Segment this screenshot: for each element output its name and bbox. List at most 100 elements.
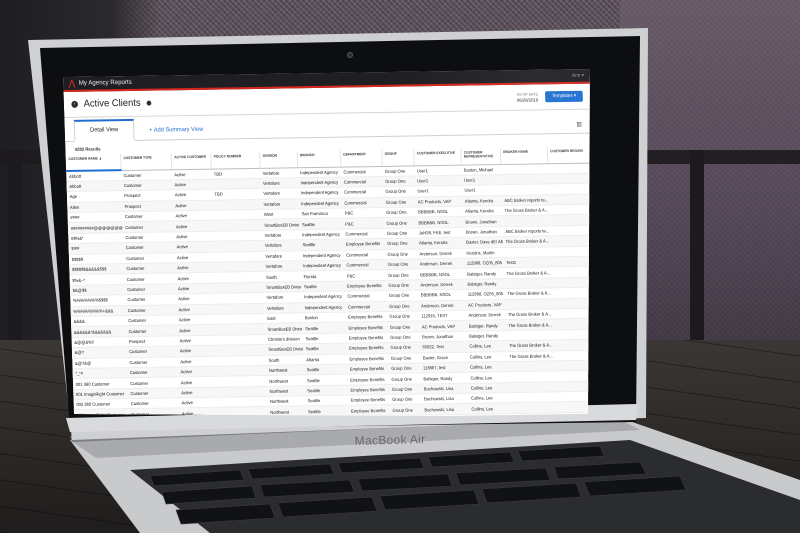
table-cell: Active — [175, 314, 216, 326]
column-settings-icon[interactable]: ▥ — [576, 121, 582, 133]
table-cell: Active — [178, 386, 219, 398]
table-cell: Group One — [384, 258, 418, 270]
table-cell: The Gross Broker & A... — [506, 350, 554, 362]
table-cell: Active — [172, 220, 213, 232]
table-cell: Bochowski, Lisa — [421, 393, 469, 405]
table-cell — [211, 199, 261, 211]
table-cell: Active — [178, 397, 219, 409]
table-cell — [215, 323, 265, 335]
table-cell: Active — [171, 189, 212, 201]
table-cell: Seattle — [303, 364, 348, 376]
table-cell: Group One — [387, 342, 420, 353]
table-cell — [549, 224, 590, 237]
table-cell: The Gross Broker & A... — [505, 339, 554, 352]
table-cell: Active — [174, 272, 215, 284]
table-cell — [507, 391, 555, 404]
table-cell: Active — [176, 345, 217, 357]
tab-detail-view[interactable]: Detail View — [73, 118, 135, 142]
table-cell — [549, 235, 590, 247]
table-cell: Independent Agency — [298, 197, 342, 209]
table-cell: The Gross Broker & A... — [504, 308, 553, 320]
table-cell — [215, 313, 265, 325]
table-cell: Active — [176, 324, 217, 336]
table-cell: Vertafore — [261, 229, 300, 241]
table-cell: Group One — [385, 269, 418, 281]
table-cell: Balsiger, Randy — [464, 278, 505, 290]
column-header[interactable]: CUSTOMER TYPE — [120, 153, 172, 171]
table-cell: Atlanta — [303, 353, 347, 365]
table-cell: Seattle — [304, 405, 349, 417]
table-cell: Atlanta, Kendra — [461, 195, 502, 207]
table-cell: Anderson, Derrek — [416, 247, 464, 259]
column-header[interactable]: POLICY NUMBER — [210, 151, 260, 169]
table-cell: Group One — [382, 186, 415, 198]
table-cell: Collins, Lee — [467, 371, 508, 383]
table-cell: Group One — [388, 373, 421, 385]
table-cell: Group One — [388, 383, 422, 395]
table-cell — [213, 240, 263, 252]
tab-add-summary-view[interactable]: + Add Summary View — [134, 121, 219, 140]
table-cell: Atlanta, Kendra — [416, 237, 464, 249]
table-cell: Employee Benefits — [346, 342, 388, 354]
app-screen: ⋀ My Agency Reports Ann ▾ ‹ Active Clien… — [63, 69, 590, 417]
column-header[interactable]: DIVISION — [259, 151, 298, 168]
column-header[interactable]: BROKER NAME — [499, 147, 548, 165]
column-header[interactable]: CUSTOMER EXECUTIVE — [413, 148, 461, 166]
table-cell: Hendrix, Martin — [463, 247, 504, 259]
table-cell: ABC Broker reports ta... — [502, 225, 550, 237]
column-header[interactable]: ACTIVE CUSTOMER — [170, 152, 211, 170]
column-header[interactable]: CUSTOMER REGION — [546, 146, 590, 164]
table-cell: TBD — [210, 167, 260, 180]
table-cell: Northwest — [265, 364, 304, 376]
table-cell: Collins, Lee — [466, 340, 507, 352]
table-cell: Active — [172, 199, 213, 211]
table-cell — [218, 396, 268, 408]
table-cell — [213, 261, 263, 273]
table-cell: Commercial — [341, 186, 383, 198]
column-header[interactable]: DEPARTMENT — [339, 149, 382, 167]
user-menu[interactable]: Ann ▾ — [572, 72, 584, 78]
table-cell: Active — [174, 262, 215, 274]
table-cell: Collins, Lee — [467, 361, 507, 373]
table-cell: ABC Broker reports ta... — [501, 194, 549, 206]
back-icon[interactable]: ‹ — [71, 100, 79, 108]
table-cell: P&C — [343, 269, 386, 281]
table-cell: Balsiger, Randy — [466, 330, 506, 342]
table-cell: Commercial — [342, 228, 385, 240]
table-cell: SmartBoxEB Division — [261, 219, 300, 231]
table-cell: Independent Agency — [301, 291, 345, 303]
column-header[interactable]: GROUP — [381, 149, 414, 166]
table-cell: Employee Benefits — [345, 321, 388, 333]
column-header[interactable]: CUSTOMER NAME ▲ — [65, 154, 121, 171]
vertafore-logo-icon[interactable]: ⋀ — [69, 79, 75, 88]
table-cell: Brown, Jonathan — [419, 330, 467, 343]
info-icon[interactable] — [146, 100, 151, 106]
table-cell: AC Products, VAP — [418, 320, 467, 332]
table-cell: Commercial — [340, 165, 383, 178]
table-cell: AC Products, VAP — [414, 195, 463, 208]
clients-table: CUSTOMER NAME ▲ CUSTOMER TYPE ACTIVE CUSTO… — [65, 146, 590, 417]
header-spacer — [151, 97, 517, 103]
page-title: Active Clients — [83, 97, 141, 110]
table-cell: Independent Agency — [299, 249, 344, 261]
table-cell: Employee Benefits — [348, 404, 390, 416]
table-cell — [501, 215, 550, 227]
table-cell: Employee Benefits — [346, 363, 389, 375]
table-cell: 112915, TEST — [418, 310, 466, 322]
table-cell — [548, 204, 590, 216]
column-header[interactable]: BRANCH — [296, 150, 341, 168]
table-cell: Group One — [383, 227, 417, 239]
templates-button[interactable]: Templates ▾ — [545, 90, 583, 103]
table-cell: Boston — [301, 312, 346, 324]
table-cell: Vertafore — [259, 177, 298, 189]
table-cell: Juhl38, FKE, test — [415, 227, 464, 239]
webcam — [347, 52, 353, 58]
table-cell: Independent Agency — [297, 187, 342, 199]
as-of-block: AS OF DATE 06/28/2018 — [517, 92, 538, 102]
table-cell: Independent Agency — [297, 166, 341, 178]
table-cell: Group One — [387, 331, 420, 343]
table-cell: Anderson, Derrek — [465, 309, 506, 321]
column-header[interactable]: CUSTOMER REPRESENTATIVE — [460, 148, 501, 165]
table-cell — [547, 162, 590, 174]
table-cell: Employee Benefits — [342, 238, 385, 250]
